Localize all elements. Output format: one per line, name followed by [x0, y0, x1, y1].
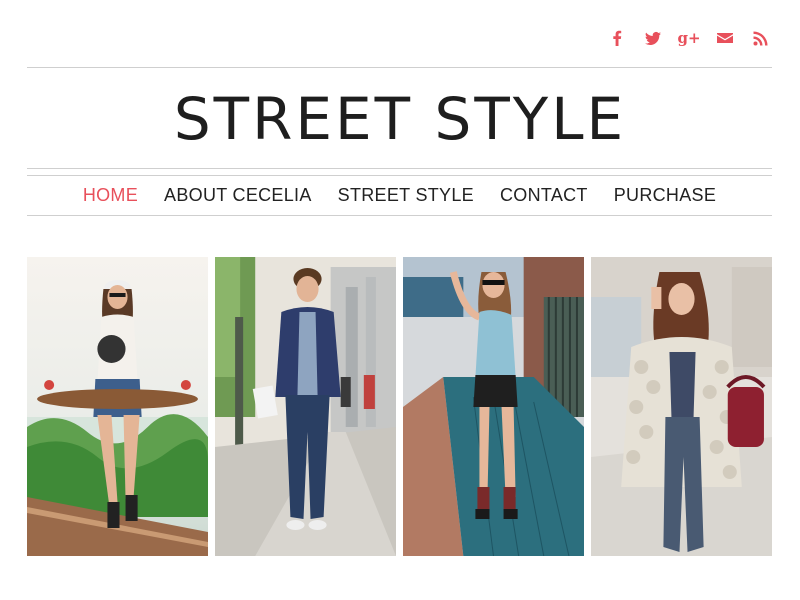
twitter-icon[interactable]	[644, 29, 662, 47]
gallery-photo-man-blazer[interactable]	[215, 257, 396, 556]
rss-icon[interactable]	[752, 29, 770, 47]
nav-divider-bottom	[27, 215, 772, 216]
gallery-photo-fur-coat[interactable]	[591, 257, 772, 556]
nav-divider-upper-1	[27, 168, 772, 169]
nav-item-purchase[interactable]: PURCHASE	[614, 185, 716, 206]
photo-skateboard-image	[27, 257, 208, 556]
email-icon[interactable]	[716, 29, 734, 47]
google-plus-label: g+	[677, 29, 701, 47]
gallery-photo-skateboard[interactable]	[27, 257, 208, 556]
photo-man-blazer-image	[215, 257, 396, 556]
site-title[interactable]: STREET STYLE	[0, 86, 800, 152]
gallery-photo-sunglasses[interactable]	[403, 257, 584, 556]
social-links: g+	[608, 28, 770, 48]
google-plus-icon[interactable]: g+	[677, 29, 701, 47]
main-nav: HOME ABOUT CECELIA STREET STYLE CONTACT …	[27, 176, 772, 215]
nav-item-about-cecelia[interactable]: ABOUT CECELIA	[164, 185, 312, 206]
nav-item-street-style[interactable]: STREET STYLE	[338, 185, 474, 206]
photo-sunglasses-image	[403, 257, 584, 556]
photo-gallery	[27, 257, 772, 556]
photo-fur-coat-image	[591, 257, 772, 556]
header-divider-top	[27, 67, 772, 68]
facebook-icon[interactable]	[608, 29, 626, 47]
nav-item-home[interactable]: HOME	[83, 185, 138, 206]
nav-item-contact[interactable]: CONTACT	[500, 185, 588, 206]
